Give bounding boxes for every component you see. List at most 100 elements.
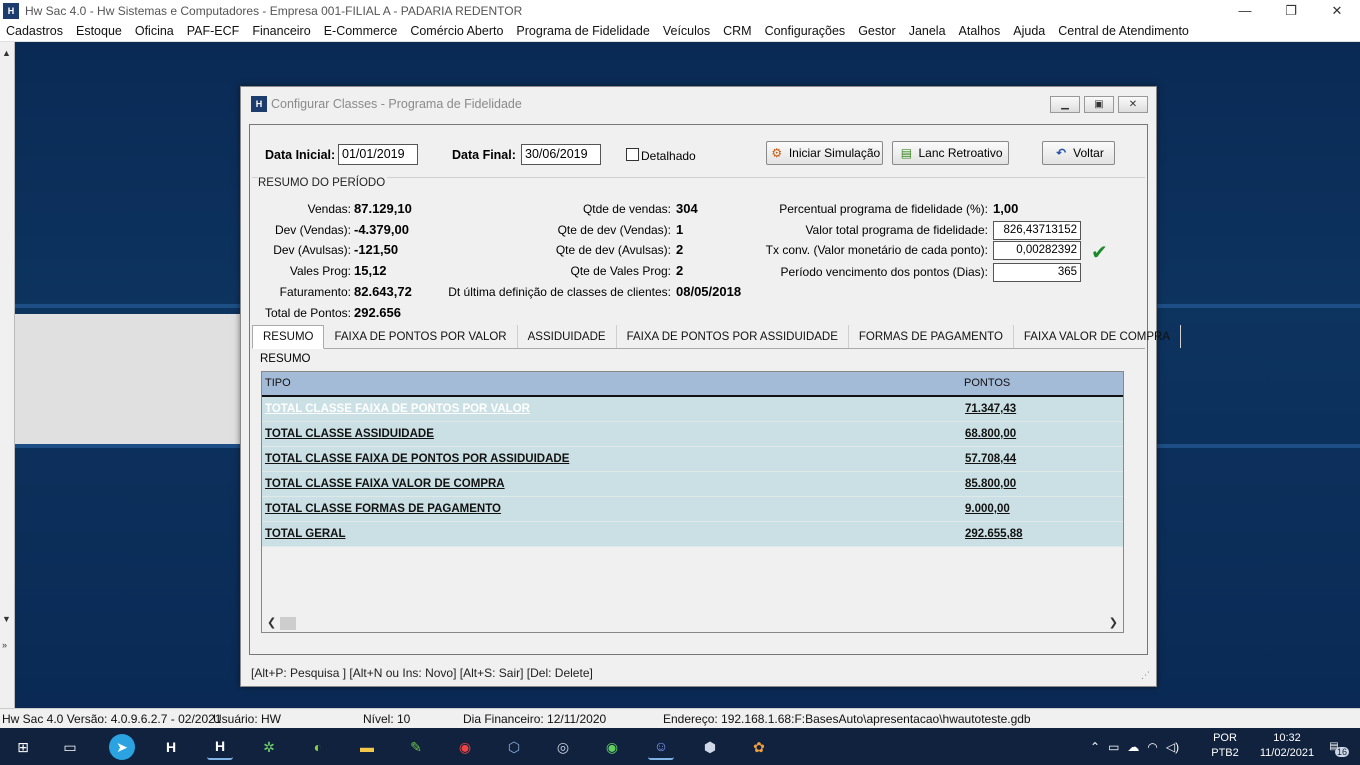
expand-icon[interactable]: » [2,640,7,650]
qte-dev-vendas-value: 1 [676,222,684,237]
table-row[interactable]: TOTAL GERAL 292.655,88 [262,522,1123,547]
menu-financeiro[interactable]: Financeiro [246,24,317,38]
menu-crm[interactable]: CRM [717,24,758,38]
menu-configuracoes[interactable]: Configurações [759,24,853,38]
data-inicial-input[interactable]: 01/01/2019 [338,144,418,165]
minimize-button[interactable]: — [1222,0,1268,21]
detalhado-checkbox[interactable] [626,148,639,161]
notification-center[interactable]: ▤ 16 [1323,737,1349,757]
tab-assiduidade[interactable]: ASSIDUIDADE [518,325,617,348]
table-row[interactable]: TOTAL CLASSE FAIXA VALOR DE COMPRA 85.80… [262,472,1123,497]
status-versao: Hw Sac 4.0 Versão: 4.0.9.6.2.7 - 02/2021 [2,712,222,726]
hw-app-icon[interactable]: H [158,734,184,760]
menu-paf-ecf[interactable]: PAF-ECF [181,24,247,38]
iniciar-simulacao-button[interactable]: ⚙ Iniciar Simulação [766,141,883,165]
menu-cadastros[interactable]: Cadastros [0,24,70,38]
menu-comercio-aberto[interactable]: Comércio Aberto [404,24,510,38]
notepad-icon[interactable]: ✎ [403,734,429,760]
data-inicial-label: Data Inicial: [265,148,336,162]
lanc-retroativo-label: Lanc Retroativo [918,146,1003,160]
dialog-window-controls: ▁ ▣ ✕ [1050,96,1148,113]
menu-e-commerce[interactable]: E-Commerce [318,24,405,38]
resumo-periodo-group: RESUMO DO PERÍODO Vendas: 87.129,10 Dev … [252,177,1145,324]
close-button[interactable]: ✕ [1314,0,1360,21]
volume-icon[interactable]: ◁) [1166,740,1179,754]
voltar-button[interactable]: ↶ Voltar [1042,141,1115,165]
scroll-right-icon[interactable]: ❯ [1109,616,1118,629]
dialog-maximize-button[interactable]: ▣ [1084,96,1114,113]
keyboard-layout: PTB2 [1211,747,1239,759]
resumo-periodo-title: RESUMO DO PERÍODO [258,177,388,189]
language-indicator[interactable]: POR PTB2 [1210,731,1240,761]
table-row[interactable]: TOTAL CLASSE FORMAS DE PAGAMENTO 9.000,0… [262,497,1123,522]
tx-conv-input[interactable]: 0,00282392 [993,241,1081,260]
menu-estoque[interactable]: Estoque [70,24,129,38]
dev-avulsas-value: -121,50 [354,242,399,257]
menu-oficina[interactable]: Oficina [129,24,181,38]
discord-icon[interactable]: ☺ [648,734,674,760]
column-header-pontos[interactable]: PONTOS [964,377,1010,389]
app-ball-icon[interactable]: ◎ [550,734,576,760]
dialog-close-button[interactable]: ✕ [1118,96,1148,113]
data-final-label: Data Final: [452,148,516,162]
task-view-icon[interactable]: ▭ [57,734,83,760]
hw-app-active-icon[interactable]: H [207,734,233,760]
table-row[interactable]: TOTAL CLASSE FAIXA DE PONTOS POR ASSIDUI… [262,447,1123,472]
menu-programa-fidelidade[interactable]: Programa de Fidelidade [510,24,656,38]
battery-icon[interactable]: ▭ [1108,740,1119,754]
total-pontos-label: Total de Pontos: [264,306,351,320]
paint-app-icon[interactable]: ✿ [746,734,772,760]
tx-conv-label: Tx conv. (Valor monetário de cada ponto)… [765,243,988,257]
app-leaf-icon[interactable]: ◐ [305,734,331,760]
menu-janela[interactable]: Janela [903,24,953,38]
menu-ajuda[interactable]: Ajuda [1007,24,1052,38]
menu-gestor[interactable]: Gestor [852,24,903,38]
table-row[interactable]: TOTAL CLASSE FAIXA DE PONTOS POR VALOR 7… [262,397,1123,422]
lanc-retroativo-button[interactable]: ▤ Lanc Retroativo [892,141,1009,165]
left-scrollbar[interactable]: ▲ ▼ » [0,42,15,708]
telegram-icon[interactable]: ➤ [109,734,135,760]
tray-expand-icon[interactable]: ⌃ [1090,740,1100,754]
cloud-icon[interactable]: ☁ [1127,740,1139,754]
data-final-input[interactable]: 30/06/2019 [521,144,601,165]
windows-start-icon[interactable]: ⊞ [10,734,36,760]
faturamento-label: Faturamento: [279,285,351,299]
grid-horizontal-scrollbar[interactable]: ❮ ❯ [262,615,1123,632]
voltar-label: Voltar [1073,146,1104,160]
restore-button[interactable]: ❐ [1268,0,1314,21]
menu-veiculos[interactable]: Veículos [657,24,717,38]
vendas-value: 87.129,10 [354,201,412,216]
cube-app-icon[interactable]: ⬢ [697,734,723,760]
configurar-classes-dialog: H Configurar Classes - Programa de Fidel… [240,86,1182,687]
resize-grip-icon[interactable]: ⋰ [1141,670,1150,681]
clock[interactable]: 10:32 11/02/2021 [1254,731,1320,761]
status-nivel: Nível: 10 [363,712,411,726]
tab-formas-pagamento[interactable]: FORMAS DE PAGAMENTO [849,325,1014,348]
periodo-vencimento-input[interactable]: 365 [993,263,1081,282]
column-header-tipo[interactable]: TIPO [265,377,291,389]
tab-resumo[interactable]: RESUMO [252,325,325,349]
virtualbox-icon[interactable]: ⬡ [501,734,527,760]
app-titlebar: H Hw Sac 4.0 - Hw Sistemas e Computadore… [0,0,1360,21]
tab-faixa-pontos-assiduidade[interactable]: FAIXA DE PONTOS POR ASSIDUIDADE [617,325,849,348]
table-row[interactable]: TOTAL CLASSE ASSIDUIDADE 68.800,00 [262,422,1123,447]
scroll-left-icon[interactable]: ❮ [267,616,276,629]
tab-faixa-pontos-valor[interactable]: FAIXA DE PONTOS POR VALOR [324,325,518,348]
tab-faixa-valor-compra[interactable]: FAIXA VALOR DE COMPRA [1014,325,1182,348]
network-app-icon[interactable]: ✲ [256,734,282,760]
clock-date: 11/02/2021 [1259,747,1315,759]
wifi-icon[interactable]: ◠ [1147,740,1157,754]
eye-app-icon[interactable]: ◉ [599,734,625,760]
scroll-thumb[interactable] [280,617,296,630]
dev-avulsas-label: Dev (Avulsas): [273,243,351,257]
menu-atalhos[interactable]: Atalhos [953,24,1008,38]
dialog-minimize-button[interactable]: ▁ [1050,96,1080,113]
scroll-down-icon[interactable]: ▼ [2,614,11,624]
vendas-label: Vendas: [307,202,351,216]
chrome-icon[interactable]: ◉ [452,734,478,760]
valor-total-input[interactable]: 826,43713152 [993,221,1081,240]
scroll-up-icon[interactable]: ▲ [2,48,11,58]
confirm-check-icon[interactable]: ✔ [1091,240,1108,265]
file-explorer-icon[interactable]: ▬ [354,734,380,760]
menu-central-atendimento[interactable]: Central de Atendimento [1052,24,1196,38]
